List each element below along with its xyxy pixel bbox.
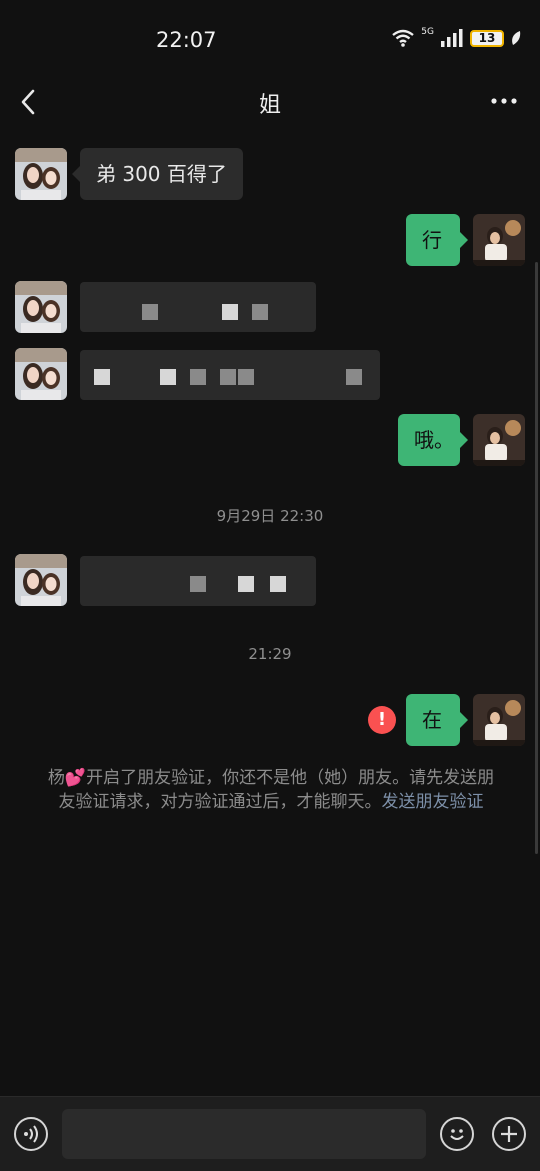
message-bubble-outgoing[interactable]: 在 <box>406 694 468 746</box>
input-bar <box>0 1096 540 1171</box>
avatar-photo <box>473 414 525 466</box>
avatar-photo <box>15 281 67 333</box>
redaction-block <box>270 576 286 592</box>
redaction-block <box>142 304 158 320</box>
more-functions-button[interactable] <box>492 1117 526 1151</box>
wifi-icon <box>392 29 415 47</box>
redaction-block <box>190 576 206 592</box>
voice-button[interactable] <box>14 1117 48 1151</box>
chat-title: 姐 <box>258 93 281 118</box>
message-bubble-incoming[interactable]: 弟 300 百得了 <box>72 148 243 200</box>
message-input[interactable] <box>62 1109 426 1159</box>
redaction-block <box>190 369 206 385</box>
plus-icon <box>501 1126 517 1142</box>
redacted-message[interactable] <box>80 556 316 606</box>
status-icons: 5G 13 <box>391 27 522 47</box>
my-avatar[interactable] <box>473 694 525 746</box>
redaction-block <box>346 369 362 385</box>
contact-avatar[interactable] <box>15 148 67 200</box>
redacted-message[interactable] <box>80 350 380 400</box>
redaction-block <box>94 369 110 385</box>
more-icon[interactable] <box>490 96 518 106</box>
chat-header: 姐 <box>0 70 540 134</box>
redaction-block <box>222 304 238 320</box>
avatar-photo <box>473 694 525 746</box>
voice-icon <box>24 1125 38 1143</box>
contact-avatar[interactable] <box>15 348 67 400</box>
redacted-message[interactable] <box>80 282 316 332</box>
emoji-icon <box>450 1129 464 1140</box>
system-notice: 杨💕开启了朋友验证，你还不是他（她）朋友。请先发送朋友验证请求，对方验证通过后，… <box>40 766 502 814</box>
status-bar: 22:07 5G 13 <box>0 0 540 70</box>
redaction-block <box>252 304 268 320</box>
my-avatar[interactable] <box>473 414 525 466</box>
redaction-block <box>160 369 176 385</box>
network-type: 5G <box>421 27 434 37</box>
avatar-photo <box>15 348 67 400</box>
avatar-photo <box>15 148 67 200</box>
status-time: 22:07 <box>156 28 217 52</box>
leaf-icon <box>512 31 521 45</box>
send-verification-link[interactable]: 发送朋友验证 <box>382 792 484 812</box>
redaction-block <box>220 369 236 385</box>
scrollbar[interactable] <box>535 262 538 854</box>
error-icon[interactable]: ! <box>368 706 396 734</box>
signal-icon <box>441 29 463 47</box>
avatar-photo <box>473 214 525 266</box>
redaction-block <box>238 369 254 385</box>
my-avatar[interactable] <box>473 214 525 266</box>
contact-avatar[interactable] <box>15 554 67 606</box>
emoji-button[interactable] <box>440 1117 474 1151</box>
contact-avatar[interactable] <box>15 281 67 333</box>
message-bubble-outgoing[interactable]: 哦。 <box>398 414 468 466</box>
timestamp: 21:29 <box>248 645 292 663</box>
battery-level: 13 <box>472 31 502 45</box>
message-bubble-outgoing[interactable]: 行 <box>406 214 468 266</box>
avatar-photo <box>15 554 67 606</box>
battery-icon: 13 <box>470 29 504 47</box>
timestamp: 9月29日 22:30 <box>216 507 324 525</box>
redaction-block <box>238 576 254 592</box>
